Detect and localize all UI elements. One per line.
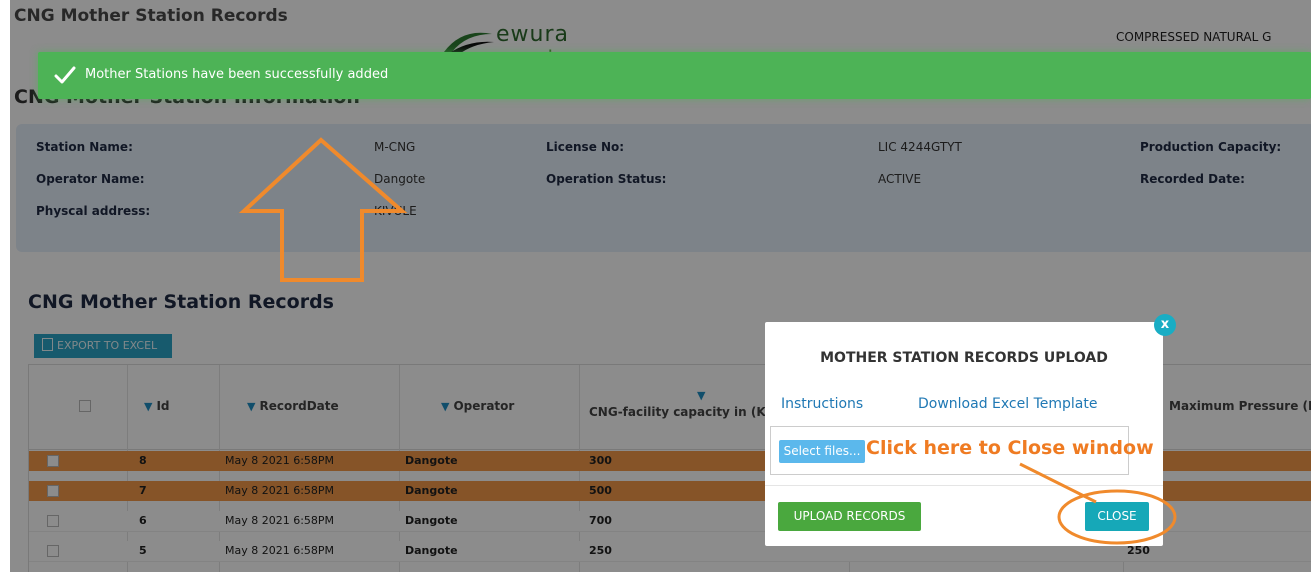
annotation-text: Click here to Close window	[866, 437, 1154, 459]
annotation-layer	[238, 137, 1177, 545]
up-arrow-annotation	[238, 137, 408, 282]
close-highlight-circle-annotation	[1057, 489, 1177, 545]
